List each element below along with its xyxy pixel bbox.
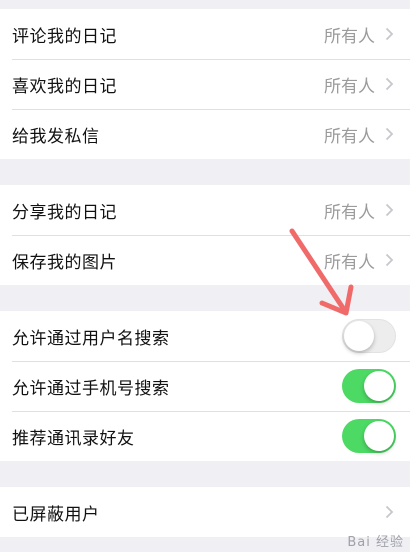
row-value: 所有人	[324, 126, 375, 147]
row-label: 推荐通讯录好友	[12, 428, 135, 449]
row-value: 所有人	[324, 76, 375, 97]
row-value: 所有人	[324, 252, 375, 273]
chevron-right-icon	[385, 505, 394, 519]
toggle-knob	[344, 320, 374, 351]
toggle-knob	[364, 371, 394, 401]
username-search-toggle[interactable]	[342, 319, 396, 353]
row-recommend-contacts: 推荐通讯录好友	[0, 411, 410, 461]
row-search-by-username: 允许通过用户名搜索	[0, 311, 410, 361]
recommend-contacts-toggle[interactable]	[342, 419, 396, 453]
privacy-settings-screen: 评论我的日记 所有人 喜欢我的日记 所有人 给我发私信 所有人 分享我的日记 所…	[0, 0, 410, 552]
phone-search-toggle[interactable]	[342, 369, 396, 403]
row-label: 已屏蔽用户	[12, 504, 100, 525]
toggle-knob	[364, 421, 394, 451]
settings-group-interactions: 评论我的日记 所有人 喜欢我的日记 所有人 给我发私信 所有人	[0, 9, 410, 159]
settings-group-sharing: 分享我的日记 所有人 保存我的图片 所有人	[0, 185, 410, 285]
row-label: 喜欢我的日记	[12, 76, 117, 97]
row-like-diary[interactable]: 喜欢我的日记 所有人	[0, 59, 410, 109]
row-save-images[interactable]: 保存我的图片 所有人	[0, 235, 410, 285]
row-value: 所有人	[324, 202, 375, 223]
top-spacer	[0, 0, 410, 9]
chevron-right-icon	[385, 77, 394, 91]
chevron-right-icon	[385, 127, 394, 141]
chevron-right-icon	[385, 203, 394, 217]
row-label: 分享我的日记	[12, 202, 117, 223]
chevron-right-icon	[385, 27, 394, 41]
row-label: 给我发私信	[12, 126, 100, 147]
row-label: 允许通过手机号搜索	[12, 378, 170, 399]
row-value: 所有人	[324, 26, 375, 47]
row-share-diary[interactable]: 分享我的日记 所有人	[0, 185, 410, 235]
settings-group-search: 允许通过用户名搜索 允许通过手机号搜索 推荐通讯录好友	[0, 311, 410, 461]
row-label: 允许通过用户名搜索	[12, 328, 170, 349]
settings-group-blocked: 已屏蔽用户	[0, 487, 410, 537]
watermark: Bai 经验	[347, 535, 404, 550]
row-private-message[interactable]: 给我发私信 所有人	[0, 109, 410, 159]
row-label: 评论我的日记	[12, 26, 117, 47]
row-label: 保存我的图片	[12, 252, 117, 273]
chevron-right-icon	[385, 253, 394, 267]
row-search-by-phone: 允许通过手机号搜索	[0, 361, 410, 411]
row-blocked-users[interactable]: 已屏蔽用户	[0, 487, 410, 537]
row-comment-diary[interactable]: 评论我的日记 所有人	[0, 9, 410, 59]
